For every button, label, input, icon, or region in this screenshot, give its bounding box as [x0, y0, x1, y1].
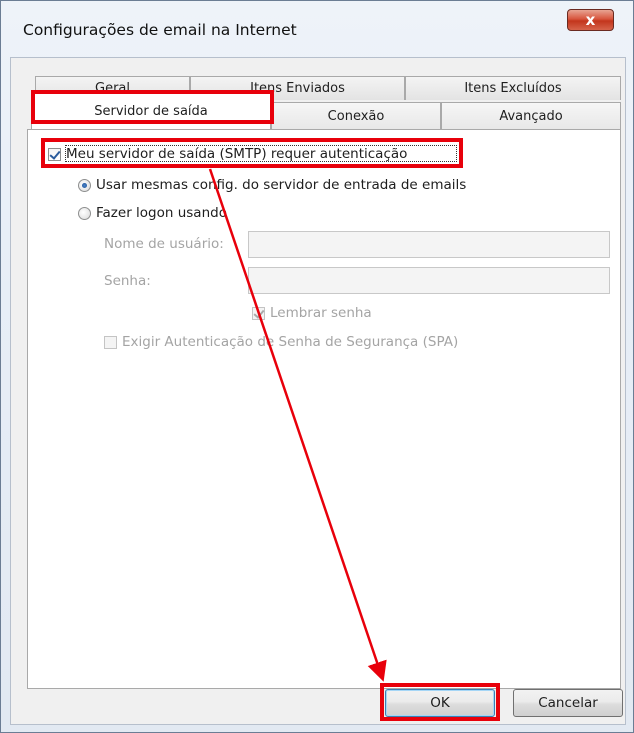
- spa-option[interactable]: Exigir Autenticação de Senha de Seguranç…: [104, 334, 458, 350]
- username-label-row: Nome de usuário:: [104, 236, 224, 252]
- radio-same-settings[interactable]: [78, 178, 91, 192]
- username-label: Nome de usuário:: [104, 236, 224, 252]
- password-field[interactable]: [248, 267, 610, 294]
- tab-label: Conexão: [327, 108, 385, 124]
- tab-label: Itens Excluídos: [464, 81, 562, 96]
- spa-checkbox[interactable]: [104, 335, 117, 349]
- radio-same-settings-option[interactable]: Usar mesmas config. do servidor de entra…: [78, 177, 466, 193]
- ok-button[interactable]: OK: [385, 689, 495, 717]
- smtp-auth-label: Meu servidor de saída (SMTP) requer aute…: [66, 146, 408, 162]
- tab-label: Avançado: [499, 108, 563, 124]
- spa-label: Exigir Autenticação de Senha de Seguranç…: [122, 334, 459, 350]
- tab-avancado[interactable]: Avançado: [441, 102, 621, 129]
- close-icon: x: [585, 10, 596, 29]
- window-title: Configurações de email na Internet: [23, 21, 297, 39]
- radio-same-settings-label: Usar mesmas config. do servidor de entra…: [96, 177, 467, 193]
- smtp-auth-checkbox[interactable]: [48, 147, 61, 161]
- cancel-button[interactable]: Cancelar: [513, 689, 623, 717]
- smtp-auth-option[interactable]: Meu servidor de saída (SMTP) requer aute…: [48, 146, 407, 162]
- title-bar[interactable]: Configurações de email na Internet x: [1, 1, 633, 57]
- radio-logon-option[interactable]: Fazer logon usando: [78, 205, 227, 221]
- username-field[interactable]: [248, 231, 610, 258]
- close-button[interactable]: x: [567, 9, 614, 31]
- cancel-label: Cancelar: [538, 695, 598, 711]
- tab-label: Servidor de saída: [94, 104, 208, 119]
- tab-servidor-de-saida[interactable]: Servidor de saída: [31, 93, 271, 129]
- radio-logon-label: Fazer logon usando: [96, 205, 227, 221]
- password-label: Senha:: [104, 273, 151, 289]
- password-label-row: Senha:: [104, 273, 151, 289]
- remember-password-option[interactable]: Lembrar senha: [252, 305, 372, 321]
- remember-password-label: Lembrar senha: [270, 305, 372, 321]
- dialog-window: Configurações de email na Internet x Ger…: [0, 0, 634, 733]
- ok-label: OK: [430, 695, 450, 711]
- remember-password-checkbox[interactable]: [252, 306, 265, 320]
- tab-itens-excluidos[interactable]: Itens Excluídos: [405, 76, 621, 100]
- tab-conexao[interactable]: Conexão: [271, 102, 441, 129]
- radio-logon[interactable]: [78, 206, 91, 220]
